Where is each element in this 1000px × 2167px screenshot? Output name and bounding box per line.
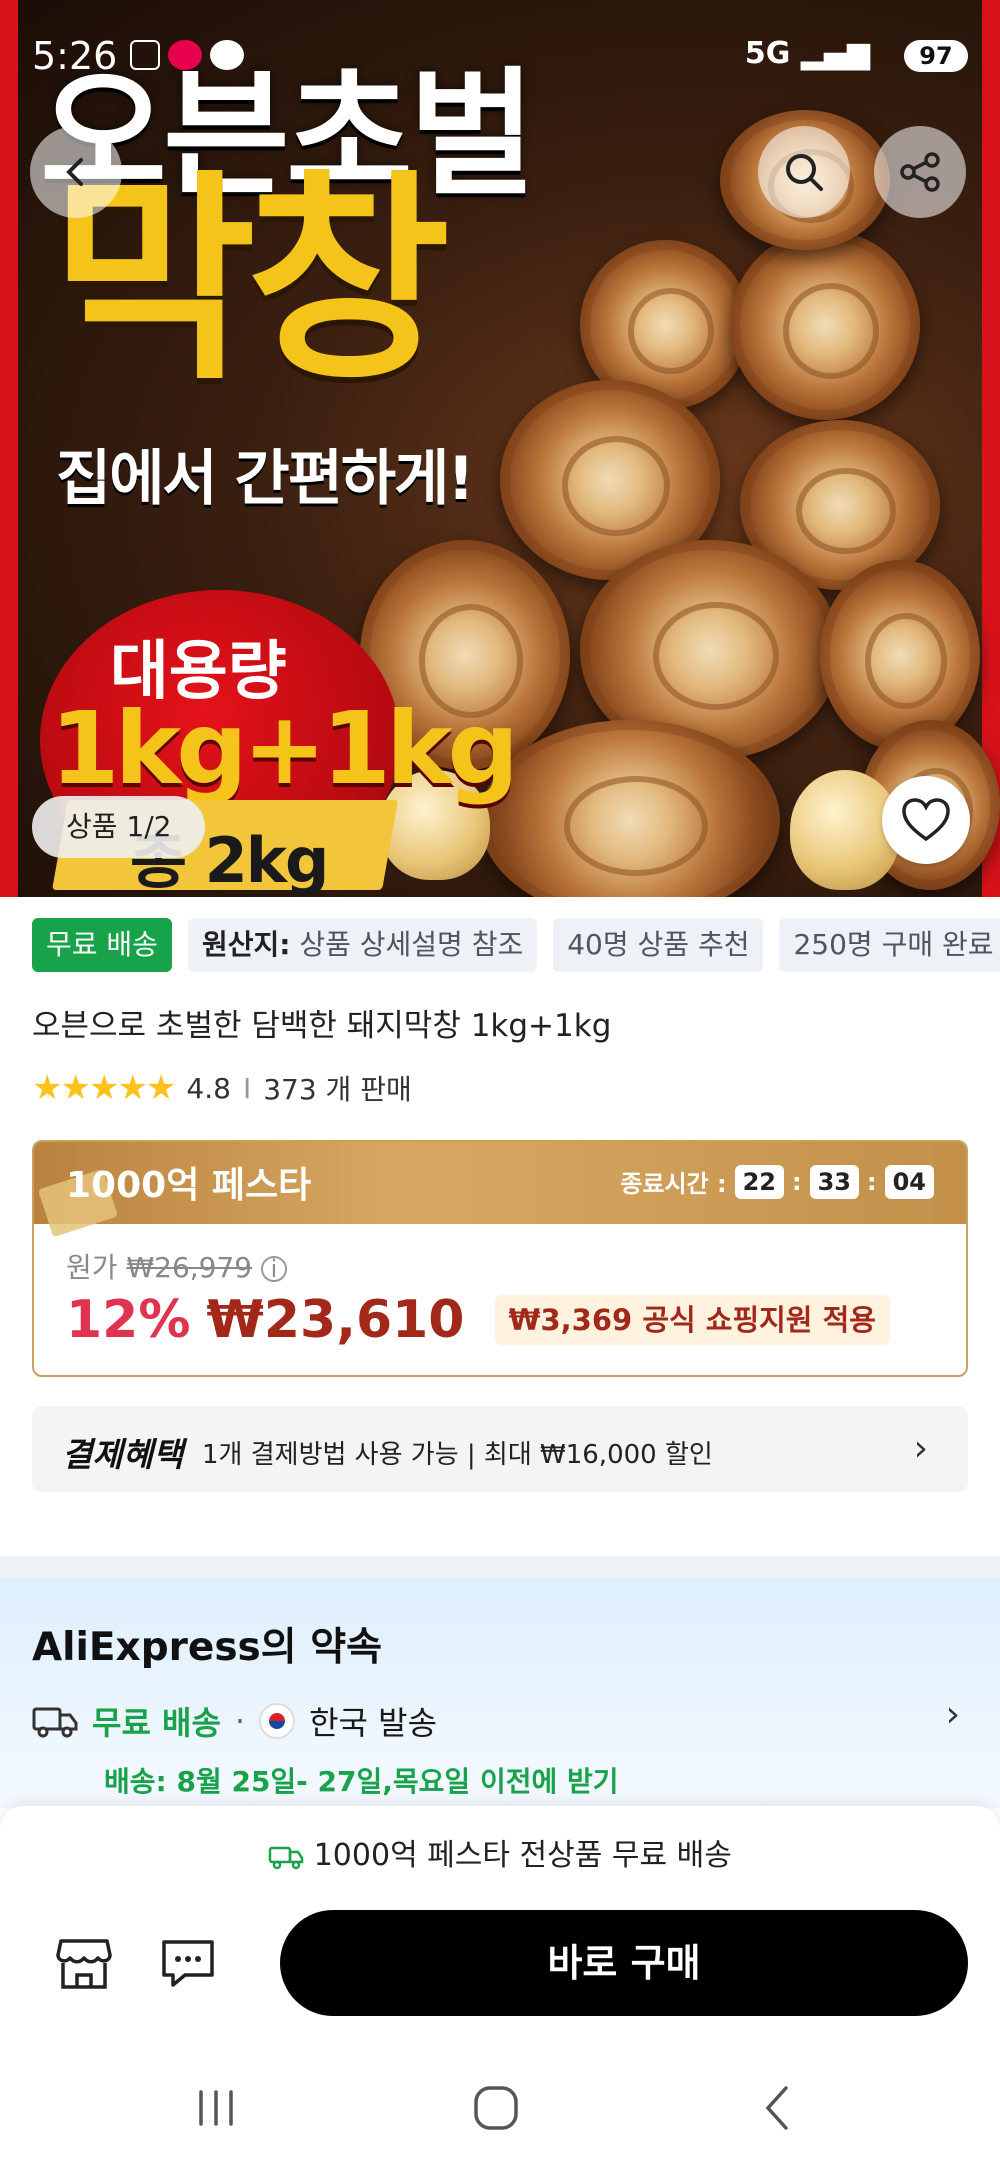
shopping-support-badge: ₩3,369 공식 쇼핑지원 적용 xyxy=(494,1295,890,1345)
shipping-row[interactable]: 무료 배송 · 한국 발송 xyxy=(32,1698,437,1744)
colon: : xyxy=(866,1167,877,1196)
festa-free-shipping-notice: 1000억 페스타 전상품 무료 배송 xyxy=(0,1830,1000,1874)
festa-name: 1000억 페스타 xyxy=(66,1165,312,1206)
original-price: ₩26,979 xyxy=(126,1251,253,1284)
ship-origin: 한국 발송 xyxy=(309,1704,438,1742)
battery-indicator: 97 xyxy=(904,40,968,72)
store-icon xyxy=(56,1939,112,1989)
star-rating-icon: ★★★★★ xyxy=(32,1068,176,1108)
hero-title-line2: 막창 xyxy=(52,152,450,410)
rating-separator: I xyxy=(242,1071,252,1105)
chat-icon xyxy=(162,1940,214,1987)
truck-icon xyxy=(32,1707,78,1738)
festa-header: 1000억 페스타 종료시간 : 22 : 33 : 04 xyxy=(34,1142,966,1238)
colon: : xyxy=(791,1167,802,1196)
back-button[interactable] xyxy=(30,126,122,218)
payment-benefit-text: 1개 결제방법 사용 가능 | 최대 ₩16,000 할인 xyxy=(202,1440,713,1470)
free-truck-icon xyxy=(268,1846,304,1869)
home-button[interactable] xyxy=(460,2072,532,2144)
countdown-hours: 22 xyxy=(734,1164,784,1199)
recommend-tag: 40명 상품 추천 xyxy=(553,918,764,972)
network-signal-icon: 5G ▂▄▆ xyxy=(744,36,870,71)
food-roll xyxy=(730,230,920,420)
store-button[interactable] xyxy=(48,1928,120,2000)
buy-now-button[interactable]: 바로 구매 xyxy=(280,1910,968,2016)
free-shipping-tag: 무료 배송 xyxy=(32,918,172,972)
info-icon[interactable]: i xyxy=(261,1256,288,1282)
countdown-timer: 종료시간 : 22 : 33 : 04 xyxy=(620,1164,934,1199)
origin-tag: 원산지: 상품 상세설명 참조 xyxy=(187,918,538,972)
recent-apps-button[interactable] xyxy=(180,2072,252,2144)
chat-button[interactable] xyxy=(152,1928,224,2000)
system-navigation-bar xyxy=(0,2050,1000,2167)
countdown-label: 종료시간 : xyxy=(620,1170,727,1198)
discount-percent: 12% xyxy=(66,1290,191,1350)
cloud-icon xyxy=(210,40,244,70)
system-back-button[interactable] xyxy=(742,2072,814,2144)
wishlist-button[interactable] xyxy=(882,776,970,864)
product-image-carousel[interactable]: 오븐초벌 막창 집에서 간편하게! 대용량 1kg+1kg 총 2kg xyxy=(0,0,1000,897)
sold-count: 373 개 판매 xyxy=(263,1073,412,1106)
section-divider xyxy=(0,1556,1000,1578)
rating-value: 4.8 xyxy=(186,1071,231,1105)
share-button[interactable] xyxy=(874,126,966,218)
image-red-frame-left xyxy=(0,0,18,897)
rating-row[interactable]: ★★★★★ 4.8 I 373 개 판매 xyxy=(32,1068,412,1108)
payment-benefit-row[interactable]: 결제혜택 1개 결제방법 사용 가능 | 최대 ₩16,000 할인 › xyxy=(32,1406,968,1492)
aliexpress-promise-section: AliExpress의 약속 무료 배송 · 한국 발송 › 배송: 8월 25… xyxy=(0,1578,1000,1808)
volume-badge-amount: 1kg+1kg xyxy=(50,690,519,807)
status-bar: 5:26 5G ▂▄▆ 97 xyxy=(0,0,1000,110)
original-price-label: 원가 xyxy=(66,1251,118,1284)
image-page-indicator: 상품 1/2 xyxy=(32,796,206,858)
origin-label: 원산지: xyxy=(201,928,291,961)
status-time: 5:26 xyxy=(32,34,118,78)
home-icon xyxy=(474,2086,518,2130)
recent-apps-icon xyxy=(199,2090,233,2126)
origin-value: 상품 상세설명 참조 xyxy=(299,928,524,961)
countdown-minutes: 33 xyxy=(809,1164,859,1199)
hero-subtitle: 집에서 간편하게! xyxy=(56,444,475,514)
purchased-tag: 250명 구매 완료 xyxy=(779,918,1000,972)
app-11st-icon xyxy=(168,40,202,70)
price-row: 12% ₩23,610 ₩3,369 공식 쇼핑지원 적용 xyxy=(66,1290,890,1350)
search-button[interactable] xyxy=(758,126,850,218)
original-price-row: 원가 ₩26,979 i xyxy=(66,1246,288,1286)
free-shipping-label: 무료 배송 xyxy=(92,1704,221,1742)
payment-benefit-label: 결제혜택 xyxy=(62,1435,184,1474)
search-icon xyxy=(786,154,823,191)
product-title: 오븐으로 초벌한 담백한 돼지막창 1kg+1kg xyxy=(32,1008,612,1044)
product-tags: 무료 배송 원산지: 상품 상세설명 참조 40명 상품 추천 250명 구매 … xyxy=(32,918,1000,972)
chevron-left-icon xyxy=(66,158,83,186)
countdown-seconds: 04 xyxy=(884,1164,934,1199)
bottom-action-bar: 1000억 페스타 전상품 무료 배송 바로 구매 xyxy=(0,1806,1000,2167)
korea-flag-icon xyxy=(259,1703,296,1739)
chevron-right-icon: › xyxy=(913,1428,928,1469)
network-type: 5G xyxy=(744,36,791,71)
sale-price: ₩23,610 xyxy=(206,1290,465,1350)
chevron-right-icon[interactable]: › xyxy=(946,1694,960,1735)
screenshot-icon xyxy=(130,40,160,70)
festa-shipping-text: 1000억 페스타 전상품 무료 배송 xyxy=(313,1838,732,1873)
festa-price-box: 1000억 페스타 종료시간 : 22 : 33 : 04 원가 ₩26,979… xyxy=(32,1140,968,1377)
dot-separator: · xyxy=(234,1702,246,1740)
status-notification-icons xyxy=(130,40,244,70)
back-arrow-icon xyxy=(765,2086,788,2130)
food-roll xyxy=(820,560,980,750)
heart-icon xyxy=(902,798,950,842)
share-icon xyxy=(900,152,940,192)
promise-title: AliExpress의 약속 xyxy=(32,1625,382,1670)
delivery-estimate: 배송: 8월 25일- 27일,목요일 이전에 받기 xyxy=(104,1765,619,1798)
